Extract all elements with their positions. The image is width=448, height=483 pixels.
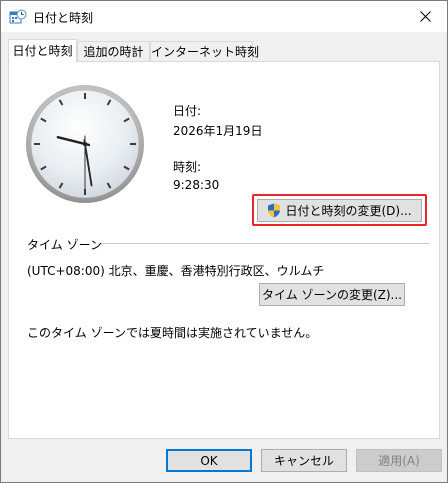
datetime-app-icon [9,9,27,24]
ok-button[interactable]: OK [166,449,252,472]
window-title: 日付と時刻 [33,11,94,25]
cancel-button[interactable]: キャンセル [261,449,347,472]
time-value: 9:28:30 [173,178,220,192]
apply-button[interactable]: 適用(A) [356,449,442,472]
datetime-dialog: 日付と時刻 日付と時刻 追加の時計 インターネット時刻 日付: 2026年1月1… [0,0,448,483]
clock-center [82,141,88,147]
close-icon [419,11,431,22]
timezone-group-divider [101,243,429,244]
dst-note: このタイム ゾーンでは夏時間は実施されていません。 [27,326,318,340]
change-datetime-label: 日付と時刻の変更(D)... [285,204,412,218]
tab-date-time[interactable]: 日付と時刻 [8,39,77,62]
time-label: 時刻: [173,160,202,174]
change-datetime-button[interactable]: 日付と時刻の変更(D)... [257,199,422,222]
tab-internet-time[interactable]: インターネット時刻 [150,41,259,61]
timezone-group-label: タイム ゾーン [27,238,102,252]
change-timezone-button[interactable]: タイム ゾーンの変更(Z)... [259,283,405,306]
timezone-value: (UTC+08:00) 北京、重慶、香港特別行政区、ウルムチ [27,264,325,278]
uac-shield-icon [268,203,281,218]
date-label: 日付: [173,104,202,118]
date-value: 2026年1月19日 [173,124,263,138]
close-button[interactable] [403,1,447,32]
title-bar: 日付と時刻 [1,1,447,32]
date-time-panel: 日付: 2026年1月19日 時刻: 9:28:30 日付と時刻の変更(D)..… [8,61,440,439]
change-timezone-label: タイム ゾーンの変更(Z)... [261,288,402,302]
analog-clock [26,85,144,203]
tab-additional-clocks[interactable]: 追加の時計 [77,41,150,61]
